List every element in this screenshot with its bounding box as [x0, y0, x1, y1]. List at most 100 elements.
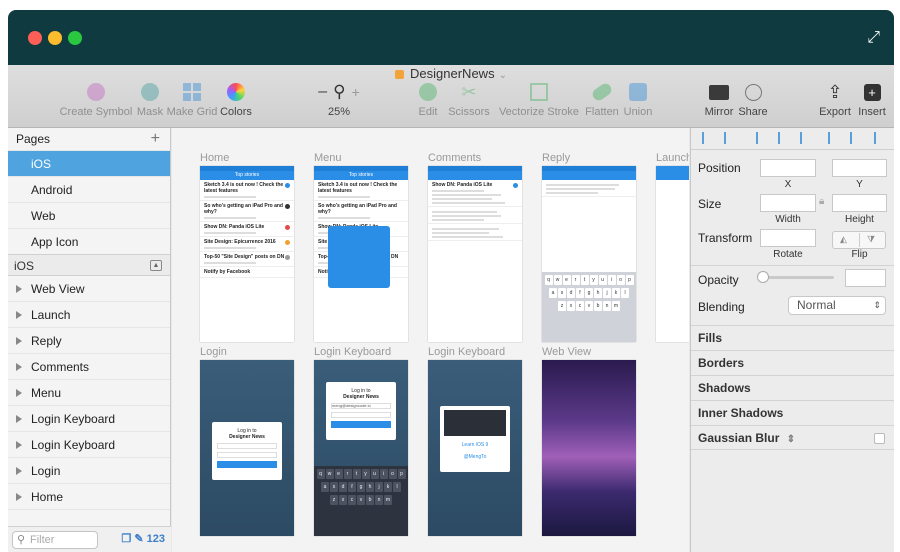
- document-title[interactable]: DesignerNews ⌄: [8, 66, 894, 81]
- page-item-app-icon[interactable]: App Icon: [8, 228, 170, 254]
- layer-item[interactable]: Menu: [8, 380, 170, 406]
- updown-chevron-icon[interactable]: ⇕: [787, 434, 795, 445]
- layer-item[interactable]: Login Keyboard: [8, 406, 170, 432]
- fullscreen-icon[interactable]: ⤢: [867, 27, 880, 47]
- disclosure-triangle-icon[interactable]: [16, 493, 22, 501]
- disclosure-triangle-icon[interactable]: [16, 441, 22, 449]
- zoom-window-button[interactable]: [68, 31, 82, 45]
- align-top-icon[interactable]: [823, 132, 835, 144]
- collapse-layers-icon[interactable]: ▲: [150, 260, 162, 271]
- vectorize-stroke-button[interactable]: Vectorize Stroke: [494, 81, 584, 118]
- page-item-web[interactable]: Web: [8, 202, 170, 228]
- share-button[interactable]: Share: [738, 81, 768, 118]
- list-item: Notify by Facebook: [200, 267, 294, 278]
- minimize-window-button[interactable]: [48, 31, 62, 45]
- pencil-icon[interactable]: ✎: [134, 533, 143, 545]
- align-right-icon[interactable]: [795, 132, 807, 144]
- zoom-control[interactable]: – ⚲ + 25%: [304, 81, 374, 118]
- disclosure-triangle-icon[interactable]: [16, 337, 22, 345]
- artboard-label-reply[interactable]: Reply: [542, 152, 570, 164]
- create-symbol-button[interactable]: Create Symbol: [58, 81, 134, 118]
- page-item-ios[interactable]: iOS: [8, 150, 170, 176]
- position-x-input[interactable]: [760, 159, 816, 177]
- disclosure-triangle-icon[interactable]: [16, 285, 22, 293]
- artboard-login-keyboard[interactable]: Log in to Designer News meng@designcode.…: [314, 360, 408, 536]
- artboard-label-launch[interactable]: Launch: [656, 152, 689, 164]
- artboard-label-menu[interactable]: Menu: [314, 152, 342, 164]
- artboard-label-comments[interactable]: Comments: [428, 152, 481, 164]
- layer-item[interactable]: Login Keyboard: [8, 432, 170, 458]
- artboard-reply[interactable]: qwertyuiop asdfghjkl zxcvbnm: [542, 166, 636, 342]
- align-left-icon[interactable]: [751, 132, 763, 144]
- opacity-slider-track[interactable]: [761, 276, 834, 279]
- disclosure-triangle-icon[interactable]: [16, 311, 22, 319]
- artboard-label-login-keyboard-2[interactable]: Login Keyboard: [428, 346, 505, 358]
- close-window-button[interactable]: [28, 31, 42, 45]
- align-middle-icon[interactable]: [845, 132, 857, 144]
- gaussian-blur-checkbox[interactable]: [874, 433, 885, 444]
- lock-icon[interactable]: 🔒︎: [819, 196, 824, 207]
- blending-select[interactable]: Normal ⇕: [788, 296, 886, 315]
- filter-input[interactable]: ⚲ Filter: [12, 531, 98, 549]
- mirror-button[interactable]: Mirror: [702, 81, 736, 118]
- position-y-input[interactable]: [832, 159, 887, 177]
- flip-buttons[interactable]: ◭ ⧩: [832, 231, 886, 249]
- fills-section[interactable]: Fills: [691, 325, 894, 350]
- symbols-icon[interactable]: ❐: [121, 533, 131, 545]
- disclosure-triangle-icon[interactable]: [16, 415, 22, 423]
- artboard-home[interactable]: Top stories Sketch 3.4 is out now ! Chec…: [200, 166, 294, 342]
- layer-item[interactable]: Comments: [8, 354, 170, 380]
- export-button[interactable]: ⇪ Export: [818, 81, 852, 119]
- make-grid-button[interactable]: Make Grid: [166, 81, 218, 118]
- edit-button[interactable]: Edit: [415, 81, 441, 118]
- align-center-icon[interactable]: [773, 132, 785, 144]
- rotate-input[interactable]: [760, 229, 816, 247]
- layer-item[interactable]: Login: [8, 458, 170, 484]
- updown-chevron-icon: ⇕: [873, 300, 881, 310]
- zoom-in-button[interactable]: +: [352, 84, 360, 100]
- disclosure-triangle-icon[interactable]: [16, 467, 22, 475]
- artboard-label-home[interactable]: Home: [200, 152, 229, 164]
- distribute-vertical-icon[interactable]: [719, 132, 731, 144]
- insert-button[interactable]: + Insert: [854, 81, 890, 118]
- flip-label: Flip: [851, 249, 868, 260]
- flip-vertical-icon[interactable]: ⧩: [867, 234, 875, 245]
- align-bottom-icon[interactable]: [869, 132, 881, 144]
- layer-item[interactable]: Launch: [8, 302, 170, 328]
- artboard-login[interactable]: Log in to Designer News: [200, 360, 294, 536]
- artboard-label-web-view[interactable]: Web View: [542, 346, 591, 358]
- opacity-input[interactable]: [845, 269, 886, 287]
- canvas[interactable]: Home Menu Comments Reply Launch Top stor…: [172, 128, 689, 552]
- layer-item[interactable]: Web View: [8, 276, 170, 302]
- artboard-login-keyboard-2[interactable]: Learn iOS 9 @MengTo: [428, 360, 522, 536]
- gaussian-blur-section[interactable]: Gaussian Blur ⇕: [691, 425, 894, 450]
- add-page-icon[interactable]: +: [151, 128, 160, 150]
- scissors-button[interactable]: ✂ Scissors: [446, 81, 492, 119]
- union-button[interactable]: Union: [621, 81, 655, 118]
- width-input[interactable]: [760, 194, 816, 212]
- flip-horizontal-icon[interactable]: ◭: [840, 234, 847, 245]
- borders-section[interactable]: Borders: [691, 350, 894, 375]
- colors-button[interactable]: Colors: [218, 81, 254, 118]
- artboard-launch[interactable]: [656, 166, 689, 342]
- disclosure-triangle-icon[interactable]: [16, 389, 22, 397]
- layer-item[interactable]: Reply: [8, 328, 170, 354]
- opacity-slider-knob[interactable]: [757, 271, 769, 283]
- vectorize-stroke-label: Vectorize Stroke: [498, 106, 580, 118]
- page-item-android[interactable]: Android: [8, 176, 170, 202]
- inner-shadows-section[interactable]: Inner Shadows: [691, 400, 894, 425]
- zoom-out-button[interactable]: –: [318, 83, 327, 101]
- shadows-section[interactable]: Shadows: [691, 375, 894, 400]
- disclosure-triangle-icon[interactable]: [16, 363, 22, 371]
- height-input[interactable]: [832, 194, 887, 212]
- artboard-comments[interactable]: Show DN: Panda iOS Lite: [428, 166, 522, 342]
- artboard-web-view[interactable]: [542, 360, 636, 536]
- mask-button[interactable]: Mask: [133, 81, 167, 118]
- artboard-label-login-keyboard[interactable]: Login Keyboard: [314, 346, 391, 358]
- artboard-label-login[interactable]: Login: [200, 346, 227, 358]
- layer-item[interactable]: Home: [8, 484, 170, 510]
- footer-actions[interactable]: ❐ ✎ 123: [121, 532, 165, 545]
- flatten-button[interactable]: Flatten: [582, 81, 622, 118]
- artboard-menu[interactable]: Top stories Sketch 3.4 is out now ! Chec…: [314, 166, 408, 342]
- distribute-horizontal-icon[interactable]: [697, 132, 709, 144]
